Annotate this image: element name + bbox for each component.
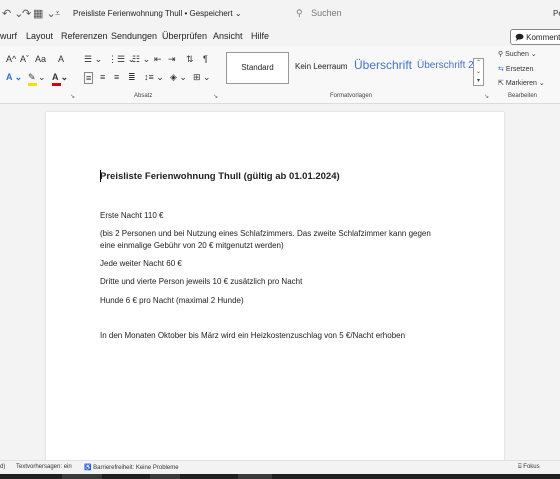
price-line-heating[interactable]: In den Monaten Oktober bis März wird ein…: [100, 331, 405, 340]
chevron-down-icon: ⌄: [538, 80, 545, 87]
price-line-note-2[interactable]: eine einmalige Gebühr von 20 € mitgenutz…: [100, 241, 284, 250]
document-page[interactable]: Preisliste Ferienwohnung Thull (gültig a…: [46, 112, 504, 472]
redo-icon[interactable]: ↷: [22, 7, 31, 20]
tab-sendungen[interactable]: Sendungen: [111, 31, 157, 41]
change-case-button[interactable]: Aa: [35, 54, 46, 64]
tab-ansicht[interactable]: Ansicht: [213, 31, 243, 41]
select-icon: ⇱: [498, 80, 504, 87]
font-color-bar: [52, 83, 61, 86]
borders-icon[interactable]: ⊞ ⌄: [193, 72, 211, 83]
replace-icon: ⇆: [498, 66, 504, 73]
comments-label: Kommentare: [526, 33, 560, 42]
styles-dialog-launcher-icon[interactable]: ↘: [484, 93, 489, 100]
focus-button[interactable]: ⌸ Fokus: [518, 464, 540, 471]
highlight-icon[interactable]: ✎ ⌄: [28, 72, 46, 83]
text-effects-button[interactable]: A ⌄: [6, 72, 22, 83]
search-placeholder: Suchen: [311, 8, 342, 18]
paragraph-dialog-launcher-icon[interactable]: ↘: [213, 93, 218, 100]
tab-ueberpruefen[interactable]: Überprüfen: [162, 31, 207, 41]
document-heading[interactable]: Preisliste Ferienwohnung Thull (gültig a…: [100, 171, 340, 182]
find-label: Suchen: [505, 51, 529, 58]
status-bar: d) Textvorhersagen: ein ♿ Barrierefreihe…: [0, 460, 560, 474]
highlight-color-bar: [28, 83, 37, 86]
find-icon: ⚲: [498, 51, 504, 58]
tab-referenzen[interactable]: Referenzen: [61, 31, 108, 41]
grow-font-button[interactable]: A^: [6, 54, 16, 64]
style-heading-2[interactable]: Überschrift 2: [417, 52, 474, 84]
find-button[interactable]: ⚲ Suchen ⌄: [498, 50, 537, 58]
status-fragment[interactable]: d): [0, 464, 5, 470]
decrease-indent-icon[interactable]: ⇤: [154, 54, 162, 65]
select-button[interactable]: ⇱ Markieren ⌄: [498, 79, 545, 87]
accessibility-status[interactable]: ♿ Barrierefreiheit: Keine Probleme: [84, 464, 179, 471]
undo-icon[interactable]: ↶ ⌄: [2, 7, 24, 20]
price-line-note-1[interactable]: (bis 2 Personen und bei Nutzung eines Sc…: [100, 229, 431, 238]
price-line-first-night[interactable]: Erste Nacht 110 €: [100, 211, 163, 220]
align-center-icon[interactable]: ≡: [100, 72, 105, 82]
text-predictions-status[interactable]: Textvorhersagen: ein: [16, 464, 72, 470]
style-standard[interactable]: Standard: [226, 52, 289, 84]
document-canvas[interactable]: Preisliste Ferienwohnung Thull (gültig a…: [0, 104, 560, 472]
customize-toolbar-icon[interactable]: ⩡: [55, 8, 60, 19]
price-line-further-night[interactable]: Jede weiter Nacht 60 €: [100, 259, 182, 268]
styles-group-label: Formatvorlagen: [330, 93, 373, 99]
comment-icon: 🗩: [515, 33, 524, 42]
font-color-button[interactable]: A ⌄: [52, 72, 68, 83]
chevron-down-icon: ⌄: [530, 51, 537, 58]
ribbon-tabs: wurf Layout Referenzen Sendungen Überprü…: [0, 28, 560, 46]
price-line-dogs[interactable]: Hunde 6 € pro Nacht (maximal 2 Hunde): [100, 296, 244, 305]
taskbar-item[interactable]: [62, 474, 102, 479]
account-name[interactable]: Pe: [553, 9, 560, 18]
sort-icon[interactable]: ⇅: [186, 54, 194, 65]
ribbon: A^ Aˇ Aa A A ⌄ ✎ ⌄ A ⌄ ☰ ⌄ ⋮☰ ⌄ ☷ ⌄ ⇤ ⇥ …: [0, 46, 560, 104]
align-right-icon[interactable]: ≡: [114, 72, 119, 82]
tab-hilfe[interactable]: Hilfe: [251, 31, 269, 41]
editing-group-label: Bearbeiten: [508, 93, 538, 99]
style-heading-1[interactable]: Überschrift: [354, 52, 412, 84]
tab-layout[interactable]: Layout: [26, 31, 53, 41]
line-spacing-icon[interactable]: ↕≡ ⌄: [144, 72, 164, 83]
styles-gallery-more-icon[interactable]: ⌃ ⌄ ▾: [473, 58, 484, 86]
paragraph-group-label: Absatz: [134, 93, 153, 99]
focus-label: Fokus: [523, 464, 540, 470]
style-no-spacing[interactable]: Kein Leerraum: [295, 52, 347, 84]
replace-button[interactable]: ⇆ Ersetzen: [498, 65, 533, 73]
table-icon[interactable]: ▦ ⌄: [33, 7, 56, 20]
clear-formatting-button[interactable]: A: [58, 54, 64, 64]
taskbar-item[interactable]: [150, 474, 180, 479]
document-title[interactable]: Preisliste Ferienwohnung Thull • Gespeic…: [73, 9, 242, 18]
bullets-icon[interactable]: ☰ ⌄: [84, 54, 102, 65]
search-box[interactable]: ⚲ Suchen: [296, 8, 342, 19]
search-icon: ⚲: [296, 8, 303, 18]
shrink-font-button[interactable]: Aˇ: [20, 54, 29, 64]
font-dialog-launcher-icon[interactable]: ↘: [70, 93, 75, 100]
taskbar-item[interactable]: [238, 474, 272, 479]
multilevel-list-icon[interactable]: ☷ ⌄: [132, 54, 150, 65]
justify-icon[interactable]: ≣: [128, 72, 136, 83]
focus-icon: ⌸: [518, 464, 522, 470]
align-left-icon[interactable]: ≡: [84, 72, 94, 84]
shading-icon[interactable]: ◈ ⌄: [170, 72, 187, 83]
comments-button[interactable]: 🗩 Kommentare: [510, 29, 560, 45]
replace-label: Ersetzen: [505, 66, 534, 73]
accessibility-icon: ♿: [84, 465, 92, 471]
tab-entwurf[interactable]: wurf: [0, 31, 17, 41]
title-bar: ↶ ⌄ ↷ ▦ ⌄ ⩡ Preisliste Ferienwohnung Thu…: [0, 0, 560, 28]
increase-indent-icon[interactable]: ⇥: [168, 54, 176, 65]
show-formatting-icon[interactable]: ¶: [203, 54, 208, 64]
price-line-extra-person[interactable]: Dritte und vierte Person jeweils 10 € zu…: [100, 277, 302, 286]
select-label: Markieren: [505, 80, 537, 87]
accessibility-label: Barrierefreiheit: Keine Probleme: [93, 465, 179, 471]
